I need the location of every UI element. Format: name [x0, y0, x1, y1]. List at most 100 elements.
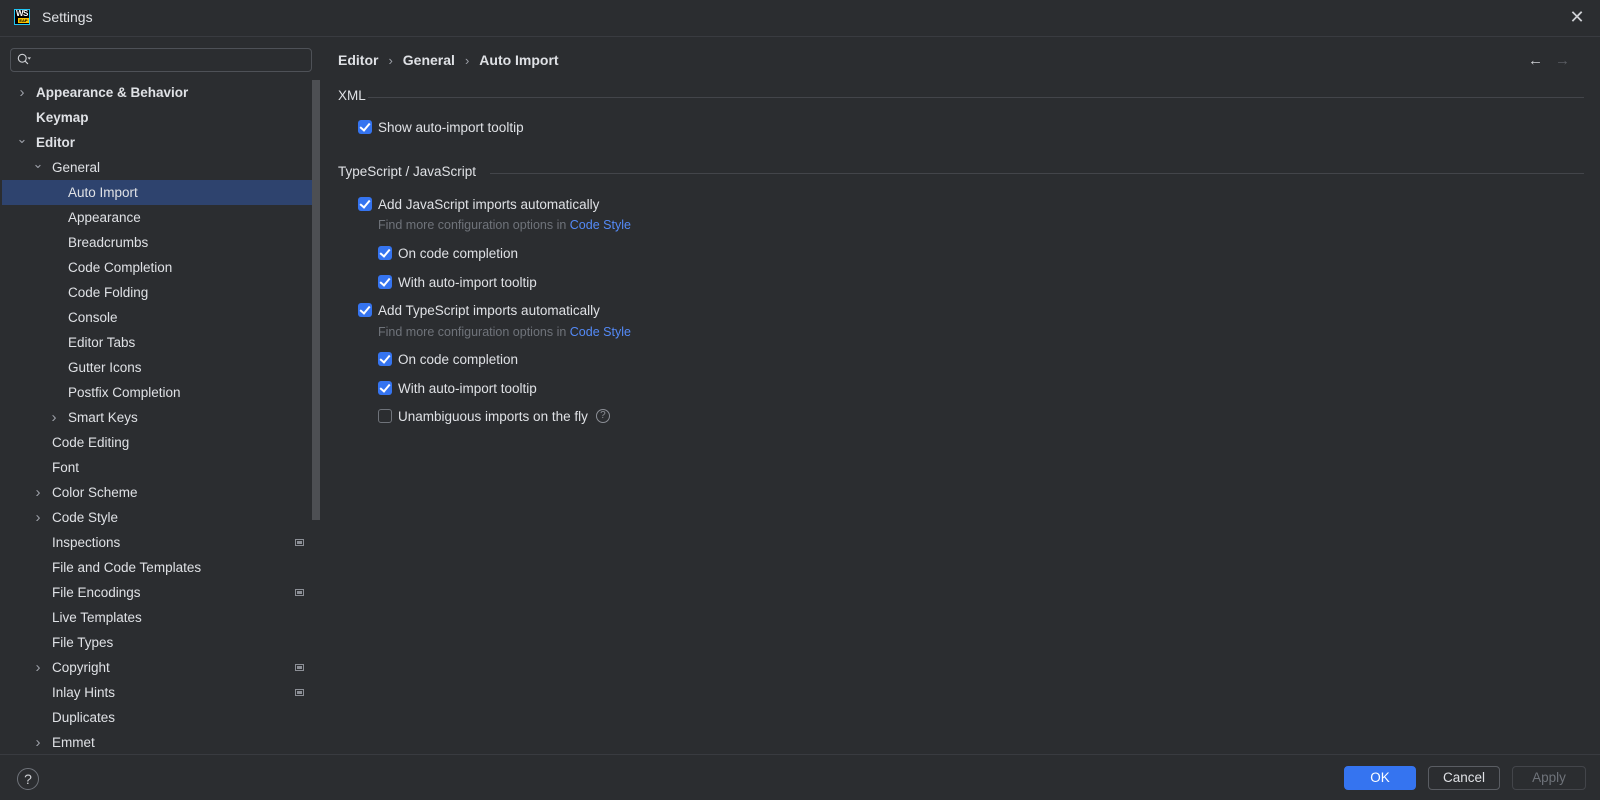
sidebar-item-label: Code Editing [52, 435, 130, 450]
settings-sidebar: › Appearance & Behavior Keymap ⌄ Editor ⌄ Gene… [0, 38, 320, 754]
chevron-right-icon[interactable]: › [32, 480, 44, 505]
sidebar-item-general[interactable]: ⌄ General [0, 155, 320, 180]
help-question-icon[interactable]: ? [595, 409, 610, 423]
sidebar-item-label: Inspections [52, 535, 121, 550]
sidebar-scrollbar[interactable] [312, 80, 320, 520]
breadcrumb-item-general[interactable]: General [403, 52, 455, 68]
sidebar-item-code-completion[interactable]: Code Completion [0, 255, 320, 280]
sidebar-item-code-folding[interactable]: Code Folding [0, 280, 320, 305]
unambiguous-imports-row[interactable]: Unambiguous imports on the fly ? [378, 406, 610, 426]
ts-with-tooltip-checkbox[interactable] [378, 381, 392, 395]
add-ts-imports-checkbox[interactable] [358, 303, 372, 317]
back-arrow-icon[interactable]: ← [1528, 52, 1543, 69]
chevron-right-icon[interactable]: › [16, 80, 28, 105]
sidebar-item-label: Appearance [68, 210, 141, 225]
chevron-right-icon[interactable]: › [48, 405, 60, 430]
sidebar-item-postfix-completion[interactable]: Postfix Completion [0, 380, 320, 405]
add-js-imports-checkbox[interactable] [358, 197, 372, 211]
search-input[interactable] [41, 51, 307, 69]
project-level-icon [295, 664, 304, 671]
code-style-link[interactable]: Code Style [570, 218, 631, 232]
sidebar-item-label: Live Templates [52, 610, 142, 625]
sidebar-item-smart-keys[interactable]: › Smart Keys [0, 405, 320, 430]
sidebar-item-label: Postfix Completion [68, 385, 181, 400]
breadcrumb-item-editor[interactable]: Editor [338, 52, 378, 68]
checkbox-label: Add TypeScript imports automatically [378, 302, 600, 318]
sidebar-item-inlay-hints[interactable]: Inlay Hints [0, 680, 320, 705]
cancel-button[interactable]: Cancel [1428, 766, 1500, 790]
js-on-code-completion-row[interactable]: On code completion [378, 243, 518, 263]
apply-button[interactable]: Apply [1512, 766, 1586, 790]
sidebar-item-file-types[interactable]: File Types [0, 630, 320, 655]
sidebar-item-copyright[interactable]: › Copyright [0, 655, 320, 680]
ts-on-code-completion-row[interactable]: On code completion [378, 349, 518, 369]
chevron-right-icon[interactable]: › [32, 730, 44, 754]
sidebar-item-label: Code Completion [68, 260, 173, 275]
sidebar-item-auto-import[interactable]: Auto Import [2, 180, 320, 205]
checkbox-label: On code completion [398, 245, 519, 261]
code-style-link[interactable]: Code Style [570, 325, 631, 339]
sidebar-item-font[interactable]: Font [0, 455, 320, 480]
sidebar-item-label: Auto Import [68, 185, 138, 200]
breadcrumb-separator: › [388, 52, 393, 68]
sidebar-item-editor-tabs[interactable]: Editor Tabs [0, 330, 320, 355]
sidebar-item-label: File Types [52, 635, 114, 650]
ts-on-code-completion-checkbox[interactable] [378, 352, 392, 366]
forward-arrow-icon[interactable]: → [1555, 52, 1570, 69]
sidebar-item-appearance[interactable]: Appearance [0, 205, 320, 230]
dialog-footer: ? OK Cancel Apply [0, 754, 1600, 800]
sidebar-item-keymap[interactable]: Keymap [0, 105, 320, 130]
sidebar-item-breadcrumbs[interactable]: Breadcrumbs [0, 230, 320, 255]
js-code-style-hint: Find more configuration options in Code … [378, 218, 631, 232]
js-with-tooltip-row[interactable]: With auto-import tooltip [378, 272, 537, 292]
sidebar-item-label: Inlay Hints [52, 685, 116, 700]
unambiguous-imports-checkbox[interactable] [378, 409, 392, 423]
sidebar-item-editor[interactable]: ⌄ Editor [0, 130, 320, 155]
breadcrumb-separator: › [464, 52, 470, 68]
window-title: Settings [42, 9, 93, 25]
sidebar-item-label: Console [68, 310, 118, 325]
section-divider [490, 173, 1584, 174]
sidebar-item-label: Emmet [52, 735, 95, 750]
sidebar-item-live-templates[interactable]: Live Templates [0, 605, 320, 630]
checkbox-label: Add JavaScript imports automatically [378, 196, 600, 212]
settings-search[interactable] [10, 48, 312, 72]
chevron-right-icon[interactable]: › [32, 655, 44, 680]
js-with-tooltip-checkbox[interactable] [378, 275, 392, 289]
settings-content: Editor › General › Auto Import ← → XML S… [320, 38, 1600, 754]
sidebar-item-file-encodings[interactable]: File Encodings [0, 580, 320, 605]
title-bar: WS EAP Settings ✕ [0, 0, 1600, 37]
sidebar-item-code-style[interactable]: › Code Style [0, 505, 320, 530]
show-auto-import-tooltip-row[interactable]: Show auto-import tooltip [358, 117, 524, 137]
add-js-imports-row[interactable]: Add JavaScript imports automatically [358, 194, 599, 214]
ok-button[interactable]: OK [1344, 766, 1416, 790]
checkbox-label: With auto-import tooltip [398, 274, 537, 290]
section-divider [368, 97, 1584, 98]
chevron-down-icon[interactable]: ⌄ [32, 155, 44, 180]
sidebar-item-label: Duplicates [52, 710, 116, 725]
breadcrumb: Editor › General › Auto Import [338, 52, 559, 68]
sidebar-item-label: Editor [36, 135, 75, 150]
sidebar-item-color-scheme[interactable]: › Color Scheme [0, 480, 320, 505]
show-auto-import-tooltip-checkbox[interactable] [358, 120, 372, 134]
sidebar-item-gutter-icons[interactable]: Gutter Icons [0, 355, 320, 380]
sidebar-item-emmet[interactable]: › Emmet [0, 730, 320, 754]
chevron-right-icon[interactable]: › [32, 505, 44, 530]
close-icon[interactable]: ✕ [1568, 8, 1586, 26]
sidebar-item-console[interactable]: Console [0, 305, 320, 330]
sidebar-item-duplicates[interactable]: Duplicates [0, 705, 320, 730]
sidebar-item-label: Code Folding [68, 285, 149, 300]
checkbox-label: Show auto-import tooltip [378, 119, 524, 135]
sidebar-item-file-and-code-templates[interactable]: File and Code Templates [0, 555, 320, 580]
sidebar-item-appearance-and-behavior[interactable]: › Appearance & Behavior [0, 80, 320, 105]
sidebar-item-inspections[interactable]: Inspections [0, 530, 320, 555]
sidebar-item-code-editing[interactable]: Code Editing [0, 430, 320, 455]
js-on-code-completion-checkbox[interactable] [378, 246, 392, 260]
ts-with-tooltip-row[interactable]: With auto-import tooltip [378, 378, 537, 398]
add-ts-imports-row[interactable]: Add TypeScript imports automatically [358, 300, 600, 320]
webstorm-logo-icon: WS EAP [14, 9, 30, 25]
help-button[interactable]: ? [17, 768, 39, 790]
section-title-typescript-javascript: TypeScript / JavaScript [338, 164, 477, 179]
chevron-down-icon[interactable]: ⌄ [16, 130, 28, 155]
ts-code-style-hint: Find more configuration options in Code … [378, 325, 631, 339]
